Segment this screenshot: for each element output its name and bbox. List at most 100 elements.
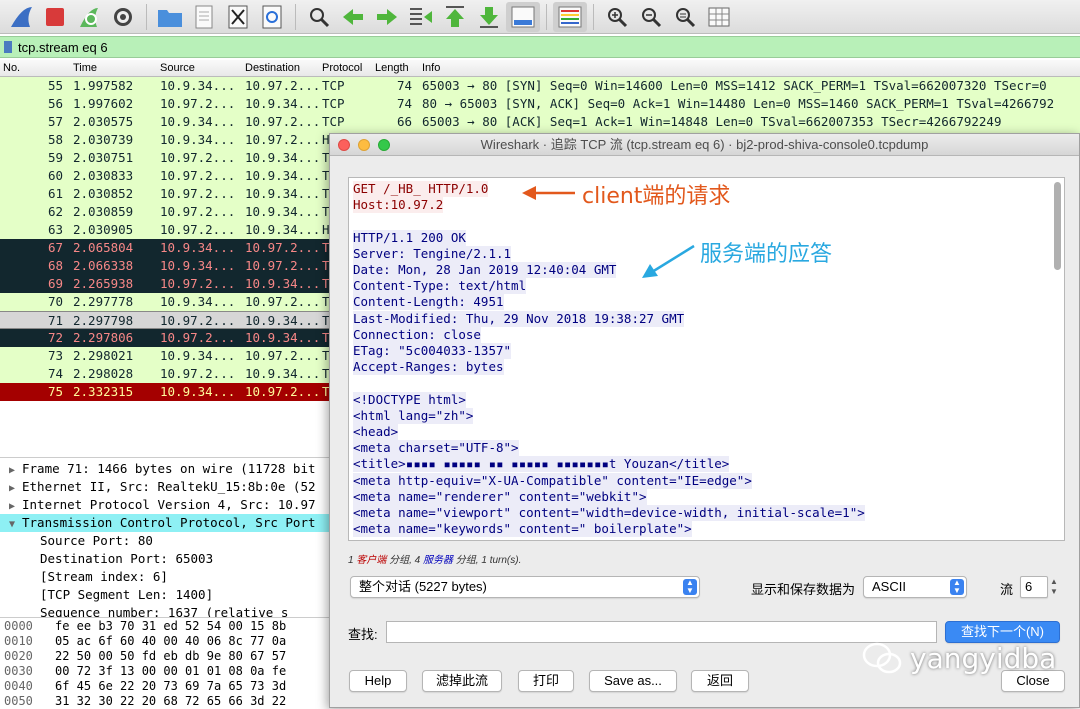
detail-row[interactable]: ▼ Transmission Control Protocol, Src Port [0,514,330,532]
packet-destination: 10.97.2... [245,78,321,93]
packet-destination: 10.9.34... [245,150,321,165]
detail-text: Source Port: 80 [40,533,153,548]
column-header-destination[interactable]: Destination [245,62,300,74]
column-header-length[interactable]: Length [375,62,409,74]
hex-bytes[interactable]: 05 ac 6f 60 40 00 40 06 8c 77 0a [55,634,286,649]
packet-no: 60 [48,168,64,183]
hex-bytes[interactable]: 31 32 30 22 20 68 72 65 66 3d 22 [55,694,286,709]
packet-destination: 10.9.34... [245,204,321,219]
hex-offset: 0010 [4,634,33,648]
packet-source: 10.97.2... [160,186,236,201]
packet-destination: 10.9.34... [245,313,321,328]
search-icon[interactable] [302,2,336,32]
zoom-out-icon[interactable] [634,2,668,32]
forward-arrow-icon[interactable] [370,2,404,32]
detail-row[interactable]: ▶ Internet Protocol Version 4, Src: 10.97 [0,496,330,514]
shark-fin-icon[interactable] [4,2,38,32]
find-input[interactable] [386,621,937,643]
packet-row[interactable]: 55 1.997582 10.9.34... 10.97.2... TCP 74 65003… [0,77,1080,95]
gear-icon[interactable] [106,2,140,32]
detail-row[interactable]: [Stream index: 6] [0,568,330,586]
detail-text: Ethernet II, Src: RealtekU_15:8b:0e (52 [22,479,316,494]
detail-row[interactable]: ▶ Frame 71: 1466 bytes on wire (11728 bit [0,460,330,478]
packet-row[interactable]: 57 2.030575 10.9.34... 10.97.2... TCP 66 65003… [0,113,1080,131]
back-button[interactable]: 返回 [691,670,749,692]
print-button[interactable]: 打印 [518,670,574,692]
packet-time: 1.997582 [73,78,134,93]
packet-length: 74 [396,96,412,111]
reload-icon[interactable] [255,2,289,32]
bookmark-icon[interactable] [4,41,12,53]
packet-source: 10.9.34... [160,114,236,129]
file-icon[interactable] [187,2,221,32]
close-file-icon[interactable] [221,2,255,32]
first-packet-icon[interactable] [438,2,472,32]
back-arrow-icon[interactable] [336,2,370,32]
display-filter-input[interactable]: tcp.stream eq 6 [18,40,108,55]
hex-bytes[interactable]: 00 72 3f 13 00 00 01 01 08 0a fe [55,664,286,679]
stream-content[interactable]: GET /_HB_ HTTP/1.0 Host:10.97.2 HTTP/1.1 2… [348,177,1065,541]
resize-columns-icon[interactable] [702,2,736,32]
packet-source: 10.9.34... [160,384,236,399]
normal-size-icon[interactable] [668,2,702,32]
show-as-select[interactable]: ASCII ▲ ▼ [863,576,967,598]
restart-icon[interactable] [72,2,106,32]
hex-offset: 0050 [4,694,33,708]
stream-number-input[interactable]: 6 [1020,576,1048,598]
help-button[interactable]: Help [349,670,407,692]
hex-bytes[interactable]: 22 50 00 50 fd eb db 9e 80 67 57 [55,649,286,664]
hex-bytes[interactable]: 6f 45 6e 22 20 73 69 7a 65 73 3d [55,679,286,694]
colorize-icon[interactable] [553,1,587,32]
close-window-icon[interactable] [338,139,350,151]
detail-row[interactable]: ▶ Ethernet II, Src: RealtekU_15:8b:0e (52 [0,478,330,496]
folder-icon[interactable] [153,2,187,32]
conversation-select[interactable]: 整个对话 (5227 bytes) ▲ ▼ [350,576,700,598]
expand-right-icon[interactable]: ▶ [4,462,20,478]
packet-time: 2.298028 [73,366,134,381]
filter-out-stream-button[interactable]: 滤掉此流 [422,670,502,692]
server-annotation: 服务端的应答 [700,242,833,267]
vertical-scrollbar[interactable] [1054,182,1061,270]
stream-stepper-icon[interactable]: ▲ ▼ [1050,577,1058,597]
save-as-button[interactable]: Save as... [589,670,677,692]
go-to-packet-icon[interactable] [404,2,438,32]
server-stream-line: <meta name="renderer" content="webkit"> [353,488,647,505]
expand-right-icon[interactable]: ▶ [4,480,20,496]
detail-row[interactable]: Source Port: 80 [0,532,330,550]
packet-no: 72 [48,330,64,345]
autoscroll-icon[interactable] [506,1,540,32]
packet-time: 2.030859 [73,204,134,219]
column-header-protocol[interactable]: Protocol [322,62,362,74]
detail-text: [TCP Segment Len: 1400] [40,587,214,602]
find-label: 查找: [348,627,378,642]
stop-icon[interactable] [38,2,72,32]
display-filter-bar[interactable]: tcp.stream eq 6 [0,36,1080,58]
zoom-window-icon[interactable] [378,139,390,151]
packet-row[interactable]: 56 1.997602 10.97.2... 10.9.34... TCP 74 80 → … [0,95,1080,113]
packet-length: 74 [396,78,412,93]
packet-source: 10.97.2... [160,222,236,237]
expand-right-icon[interactable]: ▶ [4,498,20,514]
last-packet-icon[interactable] [472,2,506,32]
hex-offset: 0000 [4,619,33,633]
minimize-window-icon[interactable] [358,139,370,151]
hex-offset: 0020 [4,649,33,663]
packet-source: 10.9.34... [160,258,236,273]
packet-no: 55 [48,78,64,93]
column-header-info[interactable]: Info [422,62,440,74]
zoom-in-icon[interactable] [600,2,634,32]
hex-bytes[interactable]: fe ee b3 70 31 ed 52 54 00 15 8b [55,619,286,634]
detail-row[interactable]: [TCP Segment Len: 1400] [0,586,330,604]
packet-protocol: TCP [322,78,345,93]
column-header-time[interactable]: Time [73,62,97,74]
packet-source: 10.9.34... [160,132,236,147]
packet-destination: 10.97.2... [245,348,321,363]
packet-time: 2.332315 [73,384,134,399]
find-next-button[interactable]: 查找下一个(N) [945,621,1060,643]
expand-down-icon[interactable]: ▼ [4,516,20,532]
detail-row[interactable]: Destination Port: 65003 [0,550,330,568]
column-header-no[interactable]: No. [3,62,20,74]
column-header-source[interactable]: Source [160,62,195,74]
show-as-label: 显示和保存数据为 [751,582,856,597]
packet-no: 75 [48,384,64,399]
